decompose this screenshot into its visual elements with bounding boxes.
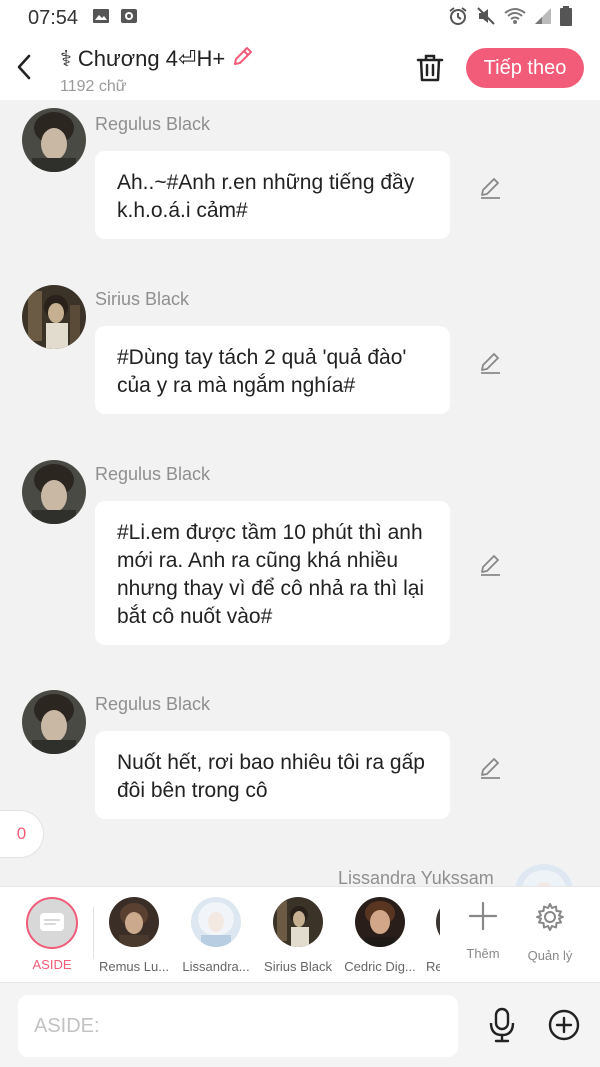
status-bar: 07:54 [0, 0, 600, 36]
more-label: Thêm [466, 946, 500, 961]
character-bar: ASIDE Remus Lu... Lissandra... Sirius Bl… [0, 886, 600, 982]
avatar [191, 897, 241, 947]
aside-button[interactable] [26, 897, 78, 949]
plus-circle-icon [548, 1009, 580, 1041]
message-bubble[interactable]: Ah..~#Anh r.en những tiếng đầy k.h.o.á.i… [95, 151, 450, 239]
message-bubble[interactable]: #Li.em được tầm 10 phút thì anh mới ra. … [95, 501, 450, 645]
status-time: 07:54 [28, 6, 79, 29]
gear-icon [536, 903, 564, 931]
avatar [355, 897, 405, 947]
input-bar [0, 982, 600, 1067]
character-lissandra[interactable]: Lissandra... [174, 897, 258, 974]
plus-icon [468, 901, 498, 931]
battery-icon [560, 5, 572, 31]
chevron-left-icon [17, 54, 31, 80]
next-button[interactable]: Tiếp theo [466, 48, 584, 88]
word-count: 1192 chữ [60, 78, 127, 95]
avatar[interactable] [22, 690, 86, 754]
chapter-title-row[interactable]: ⚕ Chương 4 ⏎H+ [60, 44, 255, 74]
character-sirius[interactable]: Sirius Black [256, 897, 340, 974]
sender-name: Sirius Black [95, 289, 190, 309]
note-icon [40, 913, 64, 931]
edit-title-icon[interactable] [231, 44, 255, 74]
sender-name: Regulus Black [95, 114, 211, 134]
microphone-icon [489, 1007, 515, 1043]
back-button[interactable] [10, 50, 38, 84]
edit-message-icon[interactable] [478, 350, 504, 376]
trash-icon [416, 54, 444, 82]
avatar [273, 897, 323, 947]
message-input[interactable] [18, 995, 458, 1057]
sender-name: Regulus Black [95, 464, 211, 484]
avatar[interactable] [22, 108, 86, 172]
character-cedric[interactable]: Cedric Dig... [338, 897, 422, 974]
avatar [436, 897, 440, 947]
add-attachment-button[interactable] [548, 1009, 580, 1041]
manage-button[interactable]: Quản lý [520, 901, 580, 963]
message-bubble[interactable]: Nuốt hết, rơi bao nhiêu tôi ra gấp đôi b… [95, 731, 450, 819]
chapter-title: Chương 4 [77, 46, 179, 71]
wifi-icon [504, 7, 526, 30]
camera-icon [120, 8, 138, 29]
title-wrap: ⚕ Chương 4 ⏎H+ 1192 chữ [60, 44, 255, 96]
character-name: Remus Lu... [98, 959, 170, 974]
alarm-icon [448, 6, 468, 31]
avatar[interactable] [22, 460, 86, 524]
delete-button[interactable] [414, 52, 446, 84]
character-name: Cedric Dig... [344, 959, 416, 974]
unread-count-badge[interactable]: 0 [0, 810, 44, 858]
edit-message-icon[interactable] [478, 175, 504, 201]
character-name: Re [426, 959, 440, 974]
caduceus-symbol: ⚕ [60, 46, 72, 71]
character-name: Lissandra... [182, 959, 250, 974]
signal-icon [534, 7, 552, 30]
chapter-header: ⚕ Chương 4 ⏎H+ 1192 chữ Tiếp theo [0, 36, 600, 100]
edit-message-icon[interactable] [478, 552, 504, 578]
avatar[interactable] [22, 285, 86, 349]
character-remus[interactable]: Remus Lu... [92, 897, 176, 974]
add-character-button[interactable]: Thêm [453, 901, 513, 961]
character-partial[interactable]: Re [420, 897, 440, 974]
character-name: Sirius Black [264, 959, 332, 974]
chapter-title-suffix: ⏎H+ [178, 46, 226, 71]
mute-icon [476, 6, 496, 31]
sender-name: Regulus Black [95, 694, 211, 714]
manage-label: Quản lý [527, 948, 573, 963]
image-icon [92, 8, 110, 29]
message-bubble[interactable]: #Dùng tay tách 2 quả 'quả đào' của y ra … [95, 326, 450, 414]
edit-message-icon[interactable] [478, 755, 504, 781]
avatar [109, 897, 159, 947]
voice-button[interactable] [486, 1007, 518, 1043]
aside-label: ASIDE [32, 957, 72, 972]
